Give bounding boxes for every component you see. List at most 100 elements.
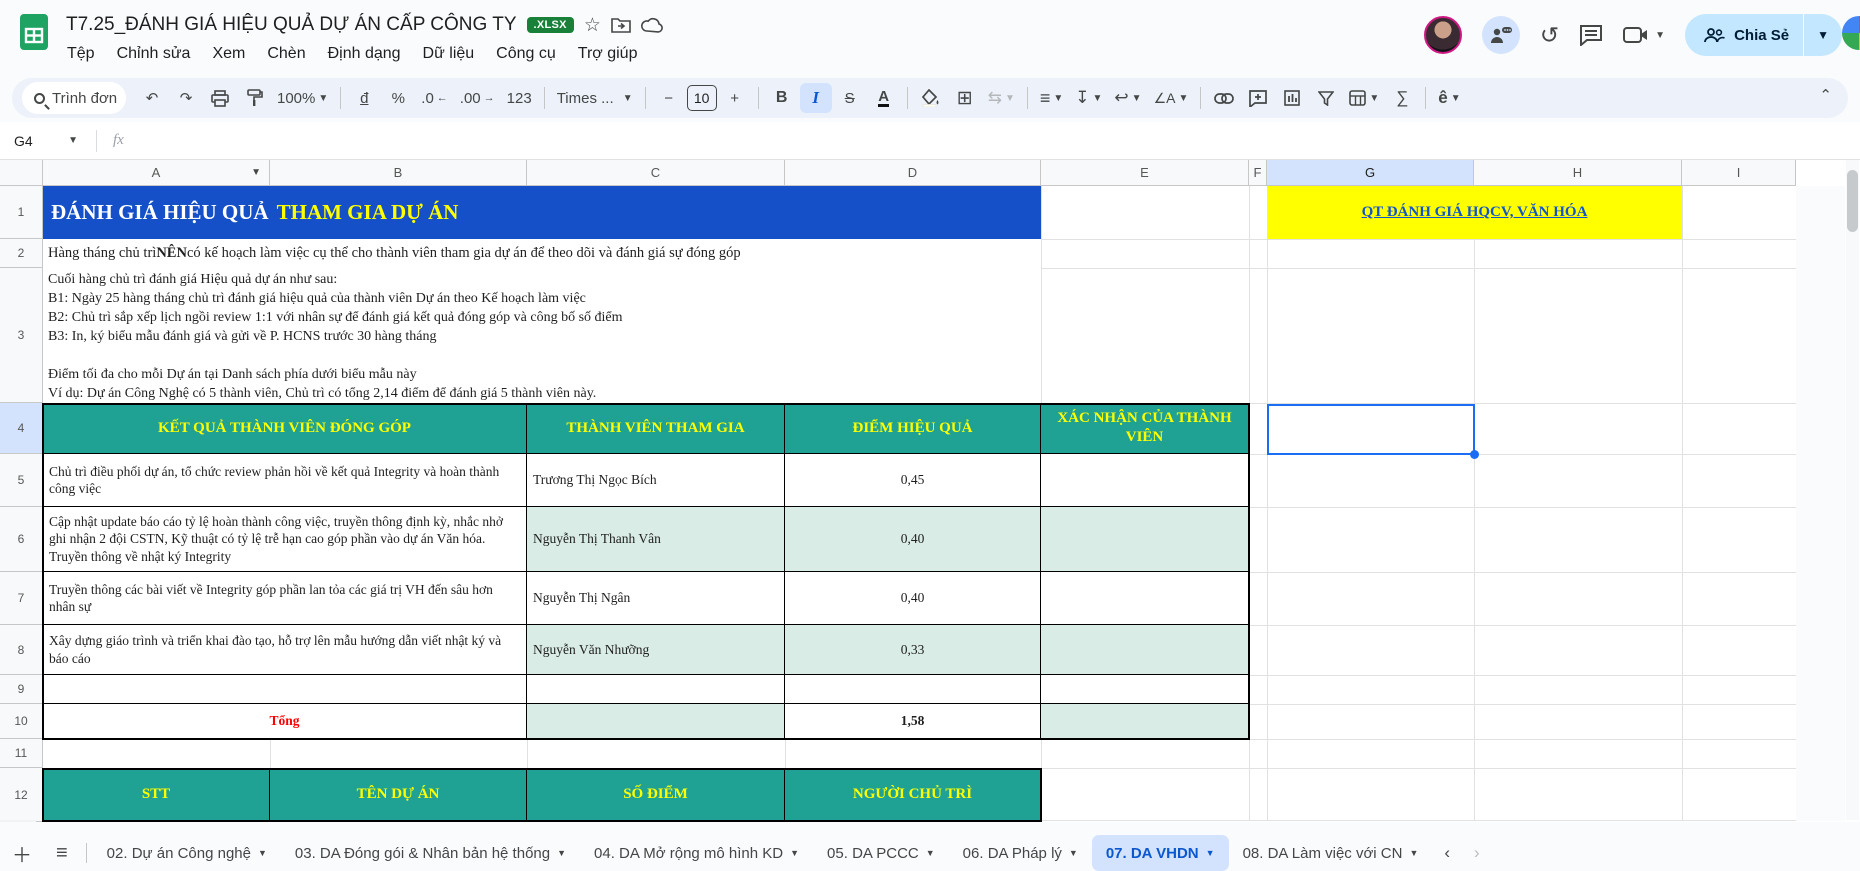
redo-button[interactable]: ↷ [170,83,202,113]
table-row-confirm[interactable] [1041,625,1249,675]
vertical-align-button[interactable]: ↧▼ [1070,83,1107,113]
insert-chart-button[interactable] [1276,83,1308,113]
print-button[interactable] [204,83,236,113]
name-box-dropdown-icon[interactable]: ▼ [68,135,78,146]
menu-data[interactable]: Dữ liệu [412,42,486,66]
menu-view[interactable]: Xem [201,42,256,66]
google-account-avatar[interactable] [1842,16,1860,50]
total-confirm-cell[interactable] [1041,704,1249,739]
tabs-scroll-right-icon[interactable]: › [1462,843,1492,863]
column-header-d[interactable]: D [785,160,1041,186]
tab-dropdown-icon[interactable]: ▼ [1206,848,1215,858]
sheet-tab-07-active[interactable]: 07. DA VHDN▼ [1092,835,1229,871]
zoom-select[interactable]: 100%▼ [272,83,333,113]
bottom-header-lead[interactable]: NGƯỜI CHỦ TRÌ [785,768,1041,822]
column-header-f[interactable]: F [1249,160,1267,186]
main-table-header-score[interactable]: ĐIỂM HIỆU QUẢ [785,403,1041,454]
cloud-status-icon[interactable] [641,17,663,33]
tab-dropdown-icon[interactable]: ▼ [1069,848,1078,858]
tab-dropdown-icon[interactable]: ▼ [258,848,267,858]
tab-dropdown-icon[interactable]: ▼ [926,848,935,858]
all-sheets-icon[interactable]: ≡ [44,842,80,865]
paint-format-button[interactable] [238,83,270,113]
name-box[interactable]: G4 ▼ [0,133,88,149]
total-value-cell[interactable]: 1,58 [785,704,1041,739]
column-header-c[interactable]: C [527,160,785,186]
text-color-button[interactable]: A [868,83,900,113]
tabs-scroll-left-icon[interactable]: ‹ [1432,843,1462,863]
vertical-scrollbar-thumb[interactable] [1847,170,1858,232]
link-banner-cell[interactable]: QT ĐÁNH GIÁ HQCV, VĂN HÓA [1267,186,1682,239]
table-row-desc[interactable]: Xây dựng giáo trình và triển khai đào tạ… [43,625,527,675]
borders-button[interactable]: ⊞ [949,83,981,113]
column-header-a[interactable]: A ▼ [43,160,270,186]
menu-tools[interactable]: Công cụ [485,42,567,66]
input-tools-button[interactable]: ê▼ [1433,83,1465,113]
table-row-score[interactable]: 0,40 [785,507,1041,572]
row-header-6[interactable]: 6 [0,507,43,572]
main-table-header-confirm[interactable]: XÁC NHẬN CỦA THÀNH VIÊN [1041,403,1249,454]
table-row-confirm[interactable] [1041,454,1249,507]
insert-link-button[interactable] [1208,83,1240,113]
row-header-9[interactable]: 9 [0,675,43,704]
sheet-tab-04[interactable]: 04. DA Mở rộng mô hình KD▼ [580,835,813,871]
comments-icon[interactable] [1579,24,1603,46]
share-dropdown-icon[interactable]: ▼ [1804,14,1842,56]
meet-video-icon[interactable] [1623,26,1649,44]
table-row-member[interactable]: Trương Thị Ngọc Bích [527,454,785,507]
star-icon[interactable]: ☆ [584,16,601,35]
percent-format-button[interactable]: % [382,83,414,113]
functions-button[interactable]: ∑ [1386,83,1418,113]
table-row-score[interactable]: 0,40 [785,572,1041,625]
bottom-header-score[interactable]: SỐ ĐIỂM [527,768,785,822]
version-history-icon[interactable]: ↺ [1540,22,1559,49]
table-row-desc[interactable]: Truyền thông các bài viết về Integrity g… [43,572,527,625]
note-row-3[interactable]: Cuối hàng chủ trì đánh giá Hiệu quả dự á… [43,268,1041,403]
total-empty-cell[interactable] [527,704,785,739]
menu-insert[interactable]: Chèn [256,42,316,66]
menu-format[interactable]: Định dạng [317,42,412,66]
row-header-12[interactable]: 12 [0,768,43,822]
decrease-font-size-button[interactable]: − [653,83,685,113]
text-rotation-button[interactable]: ∠A▼ [1149,83,1194,113]
italic-button[interactable]: I [800,83,832,113]
menu-help[interactable]: Trợ giúp [567,42,649,66]
menu-edit[interactable]: Chỉnh sửa [106,42,202,66]
column-header-b[interactable]: B [270,160,527,186]
menu-file[interactable]: Tệp [56,42,106,66]
table-row-member[interactable]: Nguyễn Thị Thanh Vân [527,507,785,572]
table-row-member[interactable]: Nguyễn Văn Nhưỡng [527,625,785,675]
merge-cells-button[interactable]: ⇆▼ [983,83,1020,113]
empty-row-cell[interactable] [527,675,785,704]
table-row-member[interactable]: Nguyễn Thị Ngân [527,572,785,625]
table-row-desc[interactable]: Cập nhật update báo cáo tỷ lệ hoàn thành… [43,507,527,572]
move-folder-icon[interactable] [611,16,631,34]
qt-evaluation-link[interactable]: QT ĐÁNH GIÁ HQCV, VĂN HÓA [1362,204,1588,221]
share-button[interactable]: Chia Sẻ ▼ [1685,14,1842,56]
empty-row-cell[interactable] [43,675,527,704]
table-row-confirm[interactable] [1041,507,1249,572]
tab-dropdown-icon[interactable]: ▼ [790,848,799,858]
avatar[interactable] [1424,16,1462,54]
sheet-tab-08[interactable]: 08. DA Làm việc với CN▼ [1229,835,1433,871]
document-title[interactable]: T7.25_ĐÁNH GIÁ HIỆU QUẢ DỰ ÁN CẤP CÔNG T… [66,14,517,36]
row-header-2[interactable]: 2 [0,239,43,268]
collaborators-button[interactable] [1482,16,1520,54]
column-header-e[interactable]: E [1041,160,1249,186]
bottom-header-project[interactable]: TÊN DỰ ÁN [270,768,527,822]
main-table-header-member[interactable]: THÀNH VIÊN THAM GIA [527,403,785,454]
empty-row-cell[interactable] [1041,675,1249,704]
sheet-tab-05[interactable]: 05. DA PCCC▼ [813,835,949,871]
column-header-g[interactable]: G [1267,160,1474,186]
insert-comment-button[interactable] [1242,83,1274,113]
table-row-score[interactable]: 0,33 [785,625,1041,675]
total-label-cell[interactable]: Tổng [43,704,527,739]
empty-row-cell[interactable] [785,675,1041,704]
row-header-10[interactable]: 10 [0,704,43,739]
horizontal-align-button[interactable]: ≡▼ [1035,83,1068,113]
table-row-confirm[interactable] [1041,572,1249,625]
note-row-2[interactable]: Hàng tháng chủ trì NÊN có kế hoạch làm v… [43,239,1041,268]
vertical-scrollbar-track[interactable] [1846,160,1859,820]
bold-button[interactable]: B [766,83,798,113]
row-header-4[interactable]: 4 [0,403,43,454]
